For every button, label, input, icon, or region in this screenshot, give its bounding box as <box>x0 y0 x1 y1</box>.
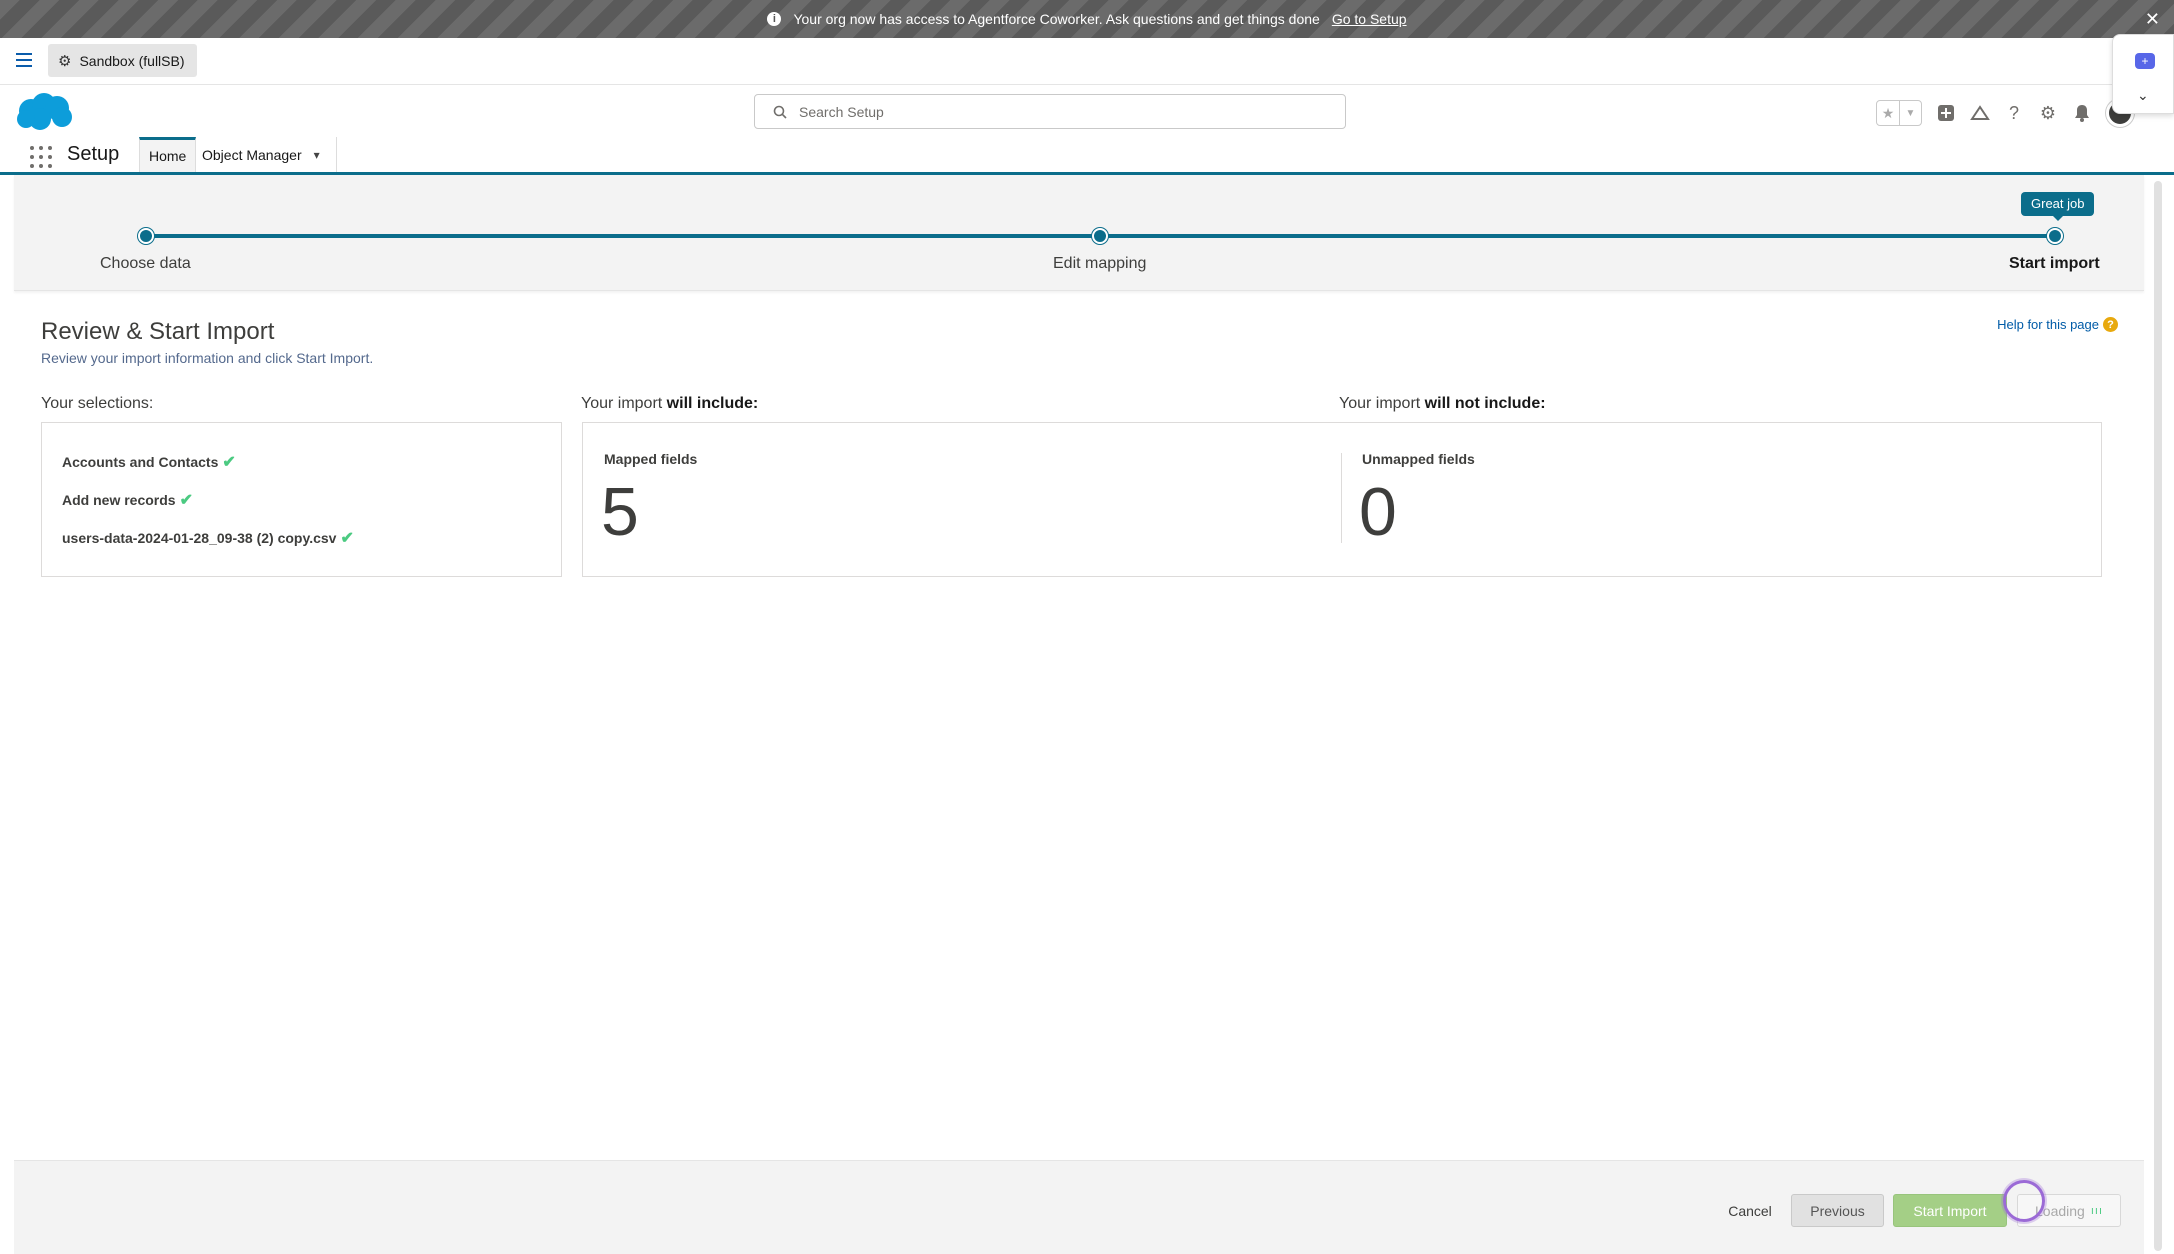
announcement-banner: i Your org now has access to Agentforce … <box>0 0 2174 38</box>
will-include-prefix: Your import <box>581 395 667 412</box>
selection-item: Add new records ✔ <box>62 490 193 510</box>
import-summary-panel: Mapped fields 5 Unmapped fields 0 <box>582 422 2102 577</box>
selections-heading: Your selections: <box>41 395 154 412</box>
favorites-dropdown-icon[interactable]: ▼ <box>1899 101 1921 125</box>
help-link-label: Help for this page <box>1997 317 2099 332</box>
global-header: Search Setup ★ ▼ ? ⚙ <box>0 85 2174 137</box>
selection-item: users-data-2024-01-28_09-38 (2) copy.csv… <box>62 528 354 548</box>
close-icon[interactable]: ✕ <box>2145 9 2160 30</box>
app-name: Setup <box>67 143 120 165</box>
checkmark-icon: ✔ <box>222 454 236 471</box>
search-input[interactable]: Search Setup <box>754 94 1346 129</box>
app-nav-bar: Setup Home Object Manager ▾ <box>0 137 2174 175</box>
info-icon: i <box>767 12 782 26</box>
spinner-icon: ııı <box>2090 1204 2103 1217</box>
will-not-include-prefix: Your import <box>1339 395 1425 412</box>
banner-message: Your org now has access to Agentforce Co… <box>793 11 1320 27</box>
page-subtitle: Review your import information and click… <box>41 350 374 366</box>
page-title: Review & Start Import <box>41 318 275 345</box>
chat-icon[interactable]: + <box>2135 53 2155 69</box>
selection-file-label: users-data-2024-01-28_09-38 (2) copy.csv <box>62 530 337 546</box>
selection-item: Accounts and Contacts ✔ <box>62 452 236 472</box>
tab-home-label: Home <box>149 148 187 164</box>
scrollbar[interactable] <box>2154 181 2162 1251</box>
selections-panel: Accounts and Contacts ✔ Add new records ✔ … <box>41 422 562 577</box>
sandbox-gear-icon: ⚙ <box>58 52 72 70</box>
tab-object-manager-label: Object Manager <box>202 146 302 163</box>
help-for-this-page-link[interactable]: Help for this page ? <box>1997 317 2118 332</box>
will-not-include-bold: will not include: <box>1424 395 1546 412</box>
help-question-icon: ? <box>2103 317 2118 332</box>
will-include-heading: Your import will include: <box>581 395 758 413</box>
help-icon[interactable]: ? <box>2004 103 2024 123</box>
star-icon[interactable]: ★ <box>1877 101 1899 125</box>
notifications-bell-icon[interactable] <box>2072 103 2092 123</box>
step-label-start-import: Start import <box>2009 255 2100 272</box>
step-dot-choose-data <box>138 228 154 244</box>
sandbox-label: Sandbox (fullSB) <box>79 52 185 69</box>
previous-button[interactable]: Previous <box>1791 1194 1884 1227</box>
checkmark-icon: ✔ <box>340 530 354 547</box>
step-label-edit-mapping: Edit mapping <box>1053 255 1147 272</box>
go-to-setup-link[interactable]: Go to Setup <box>1332 11 1407 27</box>
menu-icon[interactable] <box>16 53 32 67</box>
search-icon <box>773 105 787 119</box>
will-not-include-heading: Your import will not include: <box>1339 395 1546 413</box>
will-include-bold: will include: <box>666 395 759 412</box>
chevron-down-icon[interactable]: ▾ <box>314 148 320 162</box>
start-import-button[interactable]: Start Import <box>1893 1194 2007 1227</box>
favorites-control[interactable]: ★ ▼ <box>1876 100 1922 126</box>
search-placeholder: Search Setup <box>799 103 884 120</box>
sandbox-indicator[interactable]: ⚙ Sandbox (fullSB) <box>48 44 197 77</box>
setup-gear-icon[interactable]: ⚙ <box>2038 103 2058 123</box>
step-dot-start-import <box>2047 228 2063 244</box>
step-dot-edit-mapping <box>1092 228 1108 244</box>
tab-home[interactable]: Home <box>139 137 197 172</box>
global-actions-icon[interactable] <box>1936 103 1956 123</box>
mapped-fields-label: Mapped fields <box>604 451 698 467</box>
selection-action-label: Add new records <box>62 492 176 508</box>
checkmark-icon: ✔ <box>179 492 193 509</box>
mapped-fields-count: 5 <box>601 474 639 550</box>
unmapped-fields-label: Unmapped fields <box>1362 451 1475 467</box>
step-label-choose-data: Choose data <box>100 255 191 272</box>
chevron-down-icon[interactable]: ⌄ <box>2137 87 2149 104</box>
header-utility-icons: ★ ▼ ? ⚙ <box>1876 99 2134 127</box>
click-indicator <box>2003 1180 2045 1222</box>
agent-widget[interactable]: + ⌄ <box>2112 34 2174 114</box>
sandbox-bar: ⚙ Sandbox (fullSB) <box>0 38 2174 85</box>
step-tooltip: Great job <box>2021 192 2095 221</box>
cancel-button[interactable]: Cancel <box>1720 1194 1780 1227</box>
main-content: Choose data Edit mapping Start import Gr… <box>0 175 2174 1254</box>
selection-object-label: Accounts and Contacts <box>62 454 219 470</box>
tab-object-manager[interactable]: Object Manager ▾ <box>195 137 337 172</box>
app-launcher-icon[interactable] <box>30 146 52 168</box>
unmapped-fields-count: 0 <box>1359 474 1397 550</box>
import-progress: Choose data Edit mapping Start import Gr… <box>14 175 2144 291</box>
summary-divider <box>1341 453 1342 543</box>
salesforce-logo[interactable] <box>14 91 74 138</box>
wizard-footer: Cancel Previous Start Import Loading ııı <box>14 1160 2144 1254</box>
trailhead-icon[interactable] <box>1970 103 1990 123</box>
